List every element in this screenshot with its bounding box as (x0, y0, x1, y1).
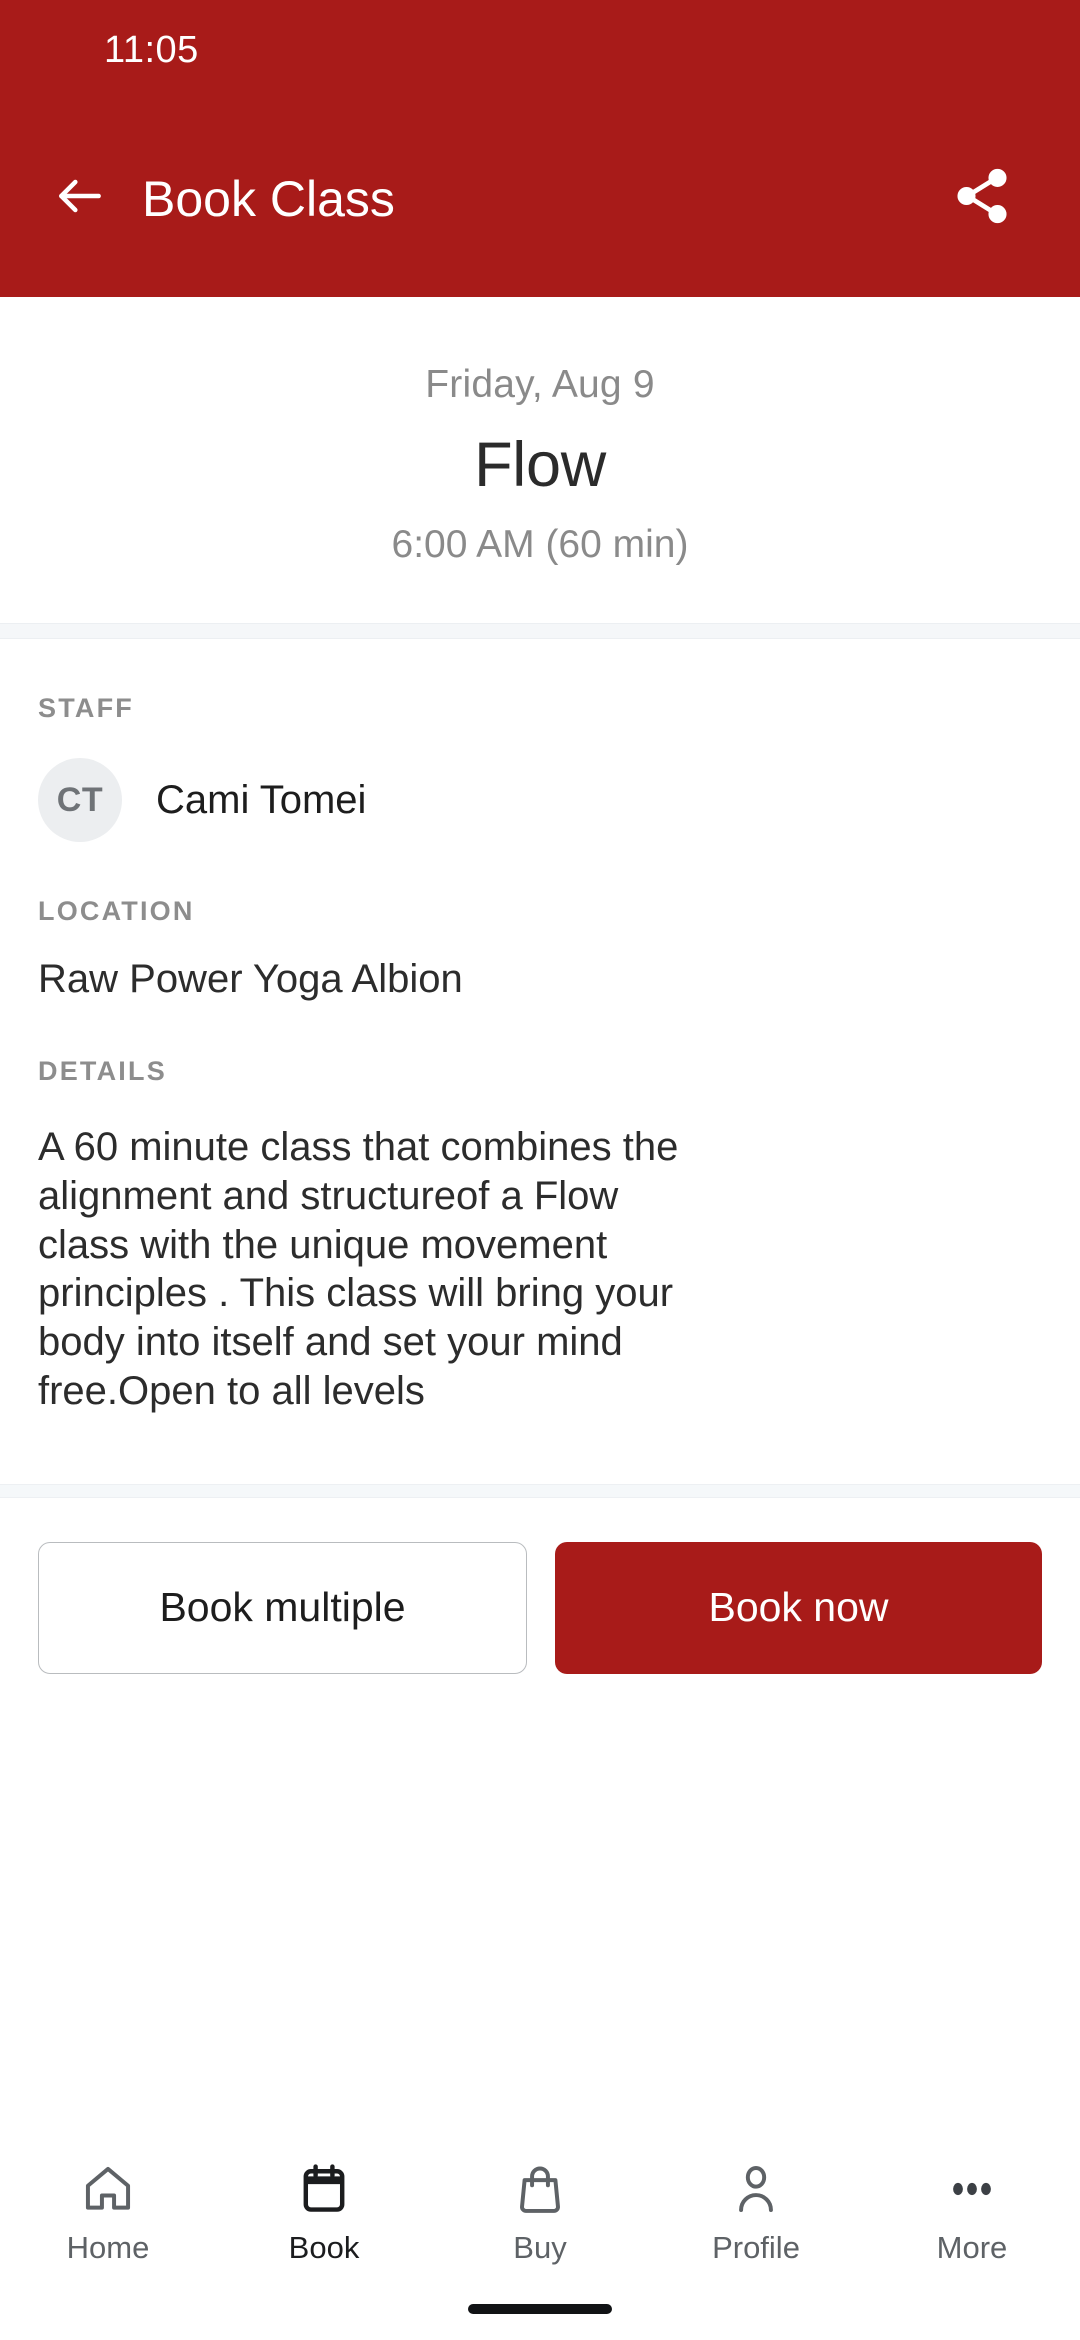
back-button[interactable] (42, 161, 118, 237)
calendar-icon (296, 2158, 352, 2220)
nav-item-profile[interactable]: Profile (648, 2158, 864, 2266)
nav-label-buy: Buy (513, 2230, 567, 2265)
nav-label-more: More (936, 2230, 1008, 2265)
arrow-left-icon (52, 168, 108, 229)
shopping-bag-icon (512, 2158, 568, 2220)
class-summary: Friday, Aug 9 Flow 6:00 AM (60 min) (0, 297, 1080, 623)
ellipsis-icon (944, 2158, 1000, 2220)
class-name: Flow (474, 430, 606, 500)
share-icon (951, 165, 1013, 232)
home-icon (80, 2158, 136, 2220)
nav-label-profile: Profile (712, 2230, 800, 2265)
bottom-navigation-bar: Home Book Buy Profile More (0, 2140, 1080, 2340)
avatar: CT (38, 758, 122, 842)
nav-item-more[interactable]: More (864, 2158, 1080, 2266)
nav-item-home[interactable]: Home (0, 2158, 216, 2266)
share-button[interactable] (940, 157, 1024, 241)
location-section-label: LOCATION (38, 896, 195, 926)
nav-item-buy[interactable]: Buy (432, 2158, 648, 2266)
class-date: Friday, Aug 9 (425, 363, 655, 406)
status-bar-clock: 11:05 (104, 28, 199, 71)
home-indicator[interactable] (468, 2304, 612, 2314)
staff-name: Cami Tomei (156, 777, 367, 822)
class-detail-body: STAFF CT Cami Tomei LOCATION Raw Power Y… (0, 693, 1080, 1416)
nav-label-home: Home (66, 2230, 150, 2265)
page-title: Book Class (142, 170, 395, 227)
section-divider-top (0, 623, 1080, 639)
nav-item-book[interactable]: Book (216, 2158, 432, 2266)
book-now-button[interactable]: Book now (555, 1541, 1042, 1674)
location-value: Raw Power Yoga Albion (38, 957, 463, 1001)
section-divider-bottom (0, 1483, 1080, 1498)
details-description: A 60 minute class that combines the alig… (38, 1125, 679, 1413)
book-multiple-button[interactable]: Book multiple (38, 1541, 527, 1674)
nav-label-book: Book (288, 2230, 360, 2265)
action-bar: Book multiple Book now (0, 1497, 1080, 1714)
status-bar: 11:05 (0, 0, 1080, 100)
person-icon (728, 2158, 784, 2220)
staff-section-label: STAFF (38, 693, 134, 723)
app-bar-container: 11:05 Book Class (0, 0, 1080, 297)
app-bar: Book Class (0, 100, 1080, 297)
class-time: 6:00 AM (60 min) (391, 523, 689, 566)
staff-row[interactable]: CT Cami Tomei (38, 758, 1042, 842)
details-section-label: DETAILS (38, 1056, 167, 1086)
